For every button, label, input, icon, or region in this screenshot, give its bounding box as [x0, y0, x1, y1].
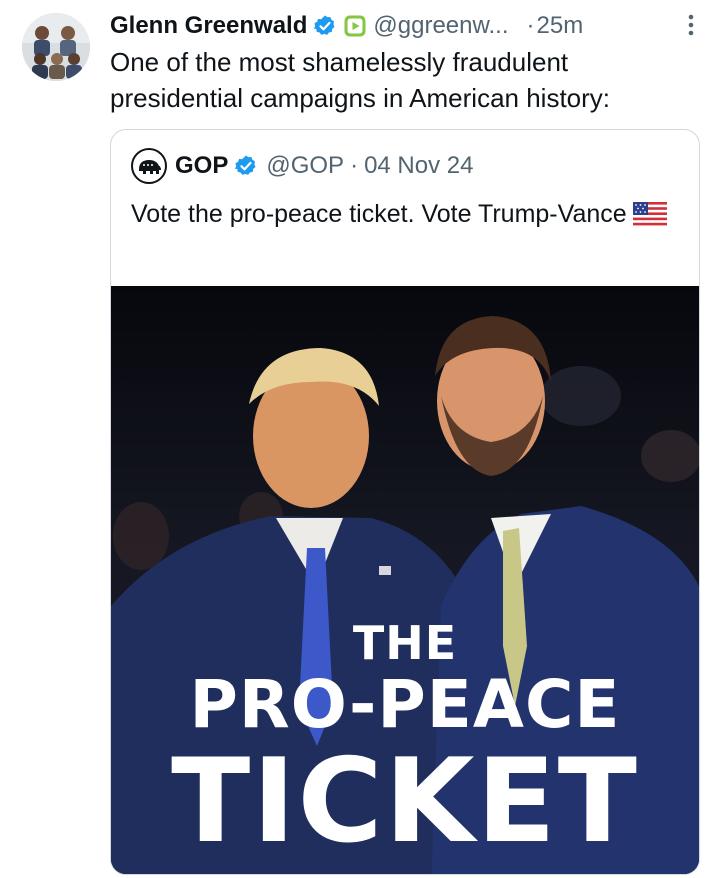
tweet-header: Glenn Greenwald @ggreenw... · 25m — [110, 8, 704, 44]
author-name[interactable]: Glenn Greenwald — [110, 12, 307, 40]
verified-badge-icon — [234, 154, 258, 178]
gop-elephant-logo — [131, 148, 167, 184]
more-vertical-icon[interactable] — [678, 10, 704, 40]
separator-dot: · — [526, 12, 535, 39]
quote-text: Vote the pro-peace ticket. Vote Trump-Va… — [131, 196, 671, 236]
quote-media-image[interactable]: THE PRO-PEACE TICKET — [111, 286, 699, 874]
quote-text-body: Vote the pro-peace ticket. Vote Trump-Va… — [131, 200, 627, 228]
overlay-text-pro-peace: PRO-PEACE — [189, 666, 621, 743]
tweet-text: One of the most shamelessly fraudulent p… — [110, 47, 611, 113]
rumble-play-icon — [343, 14, 367, 38]
quote-header: GOP @GOP · 04 Nov 24 — [131, 148, 473, 184]
quote-author-name[interactable]: GOP — [175, 152, 228, 180]
us-flag-emoji — [632, 200, 667, 236]
quote-author-handle[interactable]: @GOP — [266, 152, 344, 180]
separator-dot: · — [350, 152, 359, 179]
avatar[interactable] — [22, 13, 90, 81]
timestamp[interactable]: 25m — [537, 12, 584, 40]
quote-tweet-card[interactable]: GOP @GOP · 04 Nov 24 Vote the pro-peace … — [110, 129, 700, 875]
verified-badge-icon — [313, 14, 337, 38]
overlay-text-the: THE — [352, 616, 458, 670]
overlay-text-ticket: TICKET — [171, 734, 639, 869]
quote-date[interactable]: 04 Nov 24 — [364, 152, 473, 180]
author-handle[interactable]: @ggreenw... — [373, 12, 508, 40]
